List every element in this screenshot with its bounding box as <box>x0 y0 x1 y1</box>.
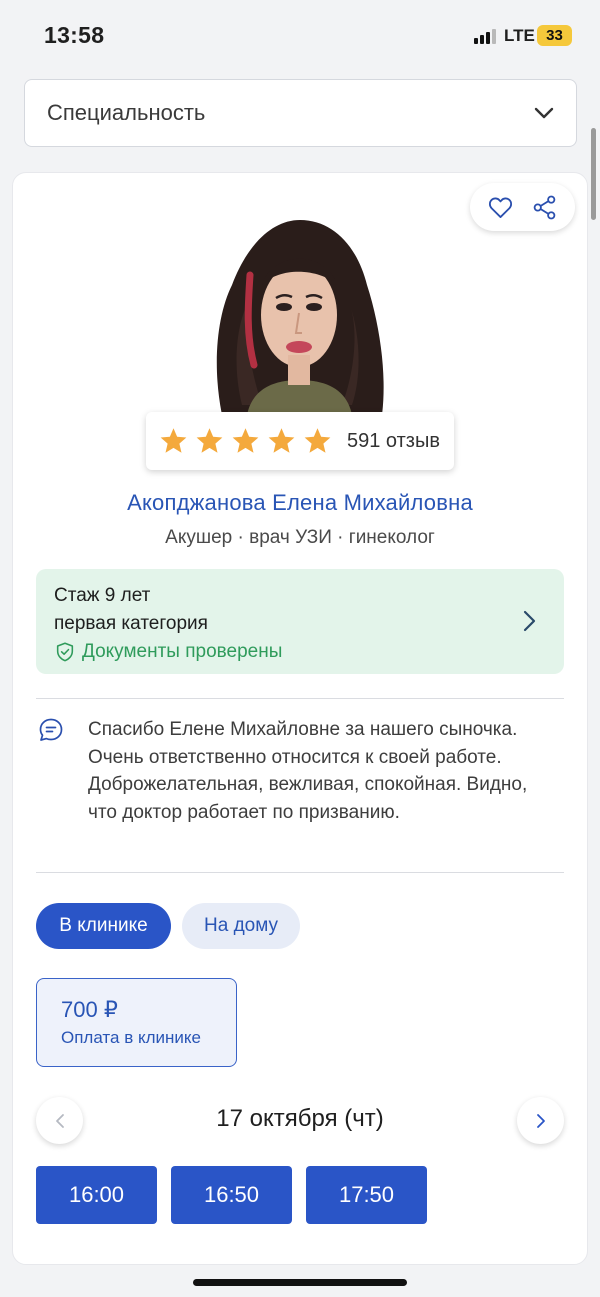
price-value: 700 ₽ <box>61 997 118 1022</box>
scrollbar[interactable] <box>591 128 596 220</box>
reviews-count: 591 отзыв <box>347 429 440 452</box>
rating-box[interactable]: 591 отзыв <box>146 412 454 470</box>
divider <box>36 872 564 873</box>
price-card[interactable]: 700 ₽ Оплата в клинике <box>36 978 237 1067</box>
review-text: Спасибо Елене Михайловне за нашего сыноч… <box>88 719 528 823</box>
heart-icon[interactable] <box>487 194 514 221</box>
home-indicator <box>193 1279 407 1286</box>
specialty-select[interactable]: Специальность <box>24 79 577 147</box>
share-icon[interactable] <box>531 194 558 221</box>
star-icon <box>196 428 223 453</box>
specialty-select-label: Специальность <box>47 100 206 125</box>
price-note: Оплата в клинике <box>61 1028 201 1047</box>
shield-check-icon <box>56 642 74 662</box>
tab-at-home[interactable]: На дому <box>182 903 300 949</box>
star-icon <box>160 428 187 453</box>
doctor-specialties: Акушер · врач УЗИ · гинеколог <box>165 527 435 548</box>
chevron-down-icon <box>534 107 554 119</box>
experience-category: первая категория <box>54 613 208 634</box>
documents-verified-label: Документы проверены <box>82 641 283 662</box>
time-slot[interactable]: 16:00 <box>36 1166 157 1224</box>
comment-icon <box>39 718 63 741</box>
star-icon <box>268 428 295 453</box>
doctor-name[interactable]: Акопджанова Елена Михайловна <box>0 490 600 516</box>
chevron-right-icon <box>523 610 536 632</box>
documents-verified: Документы проверены <box>54 638 546 666</box>
network-type: LTE <box>504 26 535 45</box>
divider <box>36 698 564 699</box>
tab-in-clinic[interactable]: В клинике <box>36 903 171 949</box>
status-time: 13:58 <box>44 22 105 48</box>
schedule-date: 17 октября (чт) <box>216 1105 384 1132</box>
next-date-button[interactable] <box>517 1097 564 1144</box>
status-bar: 13:58 LTE 33 <box>0 0 600 70</box>
card-actions <box>470 183 575 231</box>
experience-block[interactable]: Стаж 9 лет первая категория Документы пр… <box>36 569 564 674</box>
star-icon <box>232 428 259 453</box>
time-slot[interactable]: 16:50 <box>171 1166 292 1224</box>
star-icon <box>304 428 331 453</box>
experience-years: Стаж 9 лет <box>54 585 151 606</box>
chevron-right-icon <box>536 1113 545 1128</box>
battery-icon: 33 <box>537 25 572 46</box>
signal-icon <box>474 28 496 44</box>
doctor-photo <box>192 215 406 413</box>
rating-stars <box>158 426 333 456</box>
time-slot[interactable]: 17:50 <box>306 1166 427 1224</box>
